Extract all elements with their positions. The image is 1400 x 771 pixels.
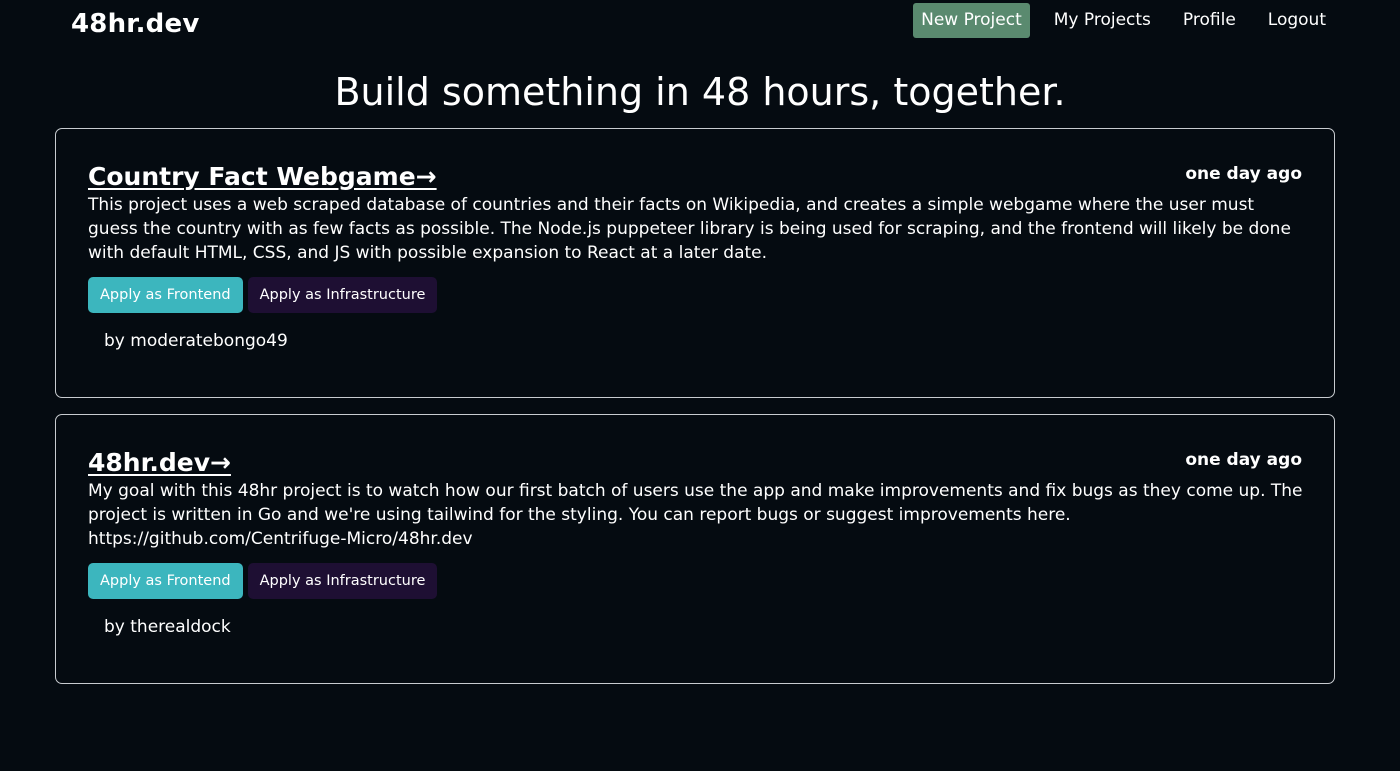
project-title-link[interactable]: Country Fact Webgame→: [88, 162, 437, 191]
page-title: Build something in 48 hours, together.: [334, 70, 1066, 114]
project-timestamp: one day ago: [1185, 450, 1302, 470]
apply-frontend-button[interactable]: Apply as Frontend: [88, 277, 243, 313]
project-description: My goal with this 48hr project is to wat…: [88, 481, 1303, 549]
project-author: by therealdock: [104, 617, 231, 637]
apply-infrastructure-button[interactable]: Apply as Infrastructure: [247, 277, 438, 313]
main-nav: New Project My Projects Profile Logout: [913, 3, 1334, 38]
project-title-link[interactable]: 48hr.dev→: [88, 448, 231, 477]
my-projects-link[interactable]: My Projects: [1046, 3, 1159, 38]
apply-frontend-button[interactable]: Apply as Frontend: [88, 563, 243, 599]
project-author: by moderatebongo49: [104, 331, 288, 351]
project-list: Country Fact Webgame→ one day ago This p…: [55, 128, 1335, 700]
new-project-button[interactable]: New Project: [913, 3, 1030, 38]
top-navigation: 48hr.dev New Project My Projects Profile…: [0, 0, 1400, 50]
project-actions: Apply as Frontend Apply as Infrastructur…: [88, 563, 442, 599]
project-card: Country Fact Webgame→ one day ago This p…: [55, 128, 1335, 398]
project-card: 48hr.dev→ one day ago My goal with this …: [55, 414, 1335, 684]
project-timestamp: one day ago: [1185, 164, 1302, 184]
project-description: This project uses a web scraped database…: [88, 195, 1291, 263]
project-actions: Apply as Frontend Apply as Infrastructur…: [88, 277, 442, 313]
profile-link[interactable]: Profile: [1175, 3, 1244, 38]
logout-link[interactable]: Logout: [1260, 3, 1334, 38]
brand-logo-link[interactable]: 48hr.dev: [71, 9, 199, 39]
apply-infrastructure-button[interactable]: Apply as Infrastructure: [247, 563, 438, 599]
